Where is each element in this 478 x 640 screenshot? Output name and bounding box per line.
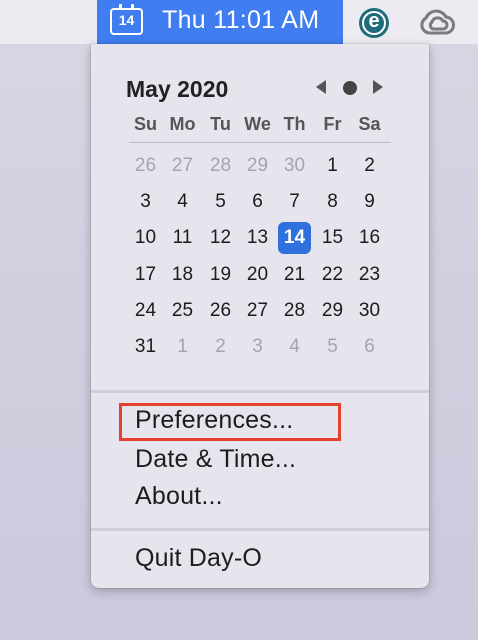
calendar-day[interactable]: 19 [204,259,237,291]
calendar-day[interactable]: 22 [316,259,349,291]
calendar-day[interactable]: 25 [166,295,199,327]
calendar-day[interactable]: 26 [129,150,162,182]
calendar-day[interactable]: 24 [129,295,162,327]
calendar-day[interactable]: 29 [316,295,349,327]
calendar-day[interactable]: 6 [241,186,274,218]
weekday-label: Th [283,114,306,134]
weekday-divider [129,142,391,143]
previous-month-arrow-icon[interactable] [316,80,326,94]
weekday-label: Su [133,114,157,134]
quit-menu-item[interactable]: Quit Day-O [135,544,262,573]
eset-icon[interactable]: e [359,8,389,38]
calendar-day[interactable]: 4 [166,186,199,218]
weekday-header: Su Mo Tu We Th Fr Sa [127,114,391,140]
calendar-icon-day: 14 [118,12,135,28]
calendar-day[interactable]: 8 [316,186,349,218]
calendar-day[interactable]: 17 [129,259,162,291]
weekday-label: We [244,114,271,134]
calendar-day[interactable]: 3 [129,186,162,218]
calendar-day-today[interactable]: 14 [278,222,311,254]
calendar-day[interactable]: 23 [353,259,386,291]
weekday-label: Tu [210,114,231,134]
day-o-popover: May 2020 Su Mo Tu We Th Fr Sa 26 27 28 29 30… [91,44,429,588]
calendar-day[interactable]: 10 [129,222,162,254]
month-title: May 2020 [126,76,229,102]
next-month-arrow-icon[interactable] [373,80,383,94]
calendar-day[interactable]: 1 [316,150,349,182]
today-dot-icon[interactable] [343,81,357,95]
calendar-day[interactable]: 30 [278,150,311,182]
calendar-day[interactable]: 2 [353,150,386,182]
calendar-icon: 14 [110,4,143,35]
calendar-day[interactable]: 3 [241,331,274,363]
calendar-day[interactable]: 11 [166,222,199,254]
calendar-day[interactable]: 28 [278,295,311,327]
calendar-day[interactable]: 6 [353,331,386,363]
calendar-day[interactable]: 2 [204,331,237,363]
menu-separator [91,390,429,393]
eset-icon-letter: e [368,10,380,32]
calendar-day[interactable]: 27 [241,295,274,327]
calendar-day[interactable]: 15 [316,222,349,254]
weekday-label: Sa [358,114,381,134]
day-o-menubar-item[interactable]: 14 Thu 11:01 AM [97,0,343,44]
weekday-label: Fr [323,114,342,134]
calendar-day[interactable]: 21 [278,259,311,291]
calendar-day[interactable]: 28 [204,150,237,182]
calendar-day[interactable]: 20 [241,259,274,291]
calendar-day[interactable]: 5 [204,186,237,218]
calendar-grid: 26 27 28 29 30 1 2 3 4 5 6 7 8 9 10 11 12 13 14 15 16 17 18 19 2… [129,150,391,370]
calendar-day[interactable]: 31 [129,331,162,363]
calendar-day[interactable]: 18 [166,259,199,291]
creative-cloud-icon[interactable] [417,9,457,36]
calendar-day[interactable]: 27 [166,150,199,182]
calendar-day[interactable]: 30 [353,295,386,327]
weekday-label: Mo [169,114,196,134]
clock-text: Thu 11:01 AM [162,6,320,34]
calendar-day[interactable]: 16 [353,222,386,254]
calendar-day[interactable]: 29 [241,150,274,182]
calendar-day[interactable]: 1 [166,331,199,363]
calendar-day[interactable]: 7 [278,186,311,218]
annotation-highlight-box [119,403,341,441]
about-menu-item[interactable]: About... [135,482,223,511]
calendar-day[interactable]: 9 [353,186,386,218]
calendar-day[interactable]: 26 [204,295,237,327]
calendar-day[interactable]: 13 [241,222,274,254]
menu-bar: 14 Thu 11:01 AM e [0,0,478,44]
calendar-day[interactable]: 4 [278,331,311,363]
calendar-day[interactable]: 5 [316,331,349,363]
date-time-menu-item[interactable]: Date & Time... [135,445,296,474]
menu-separator [91,528,429,531]
calendar-day[interactable]: 12 [204,222,237,254]
